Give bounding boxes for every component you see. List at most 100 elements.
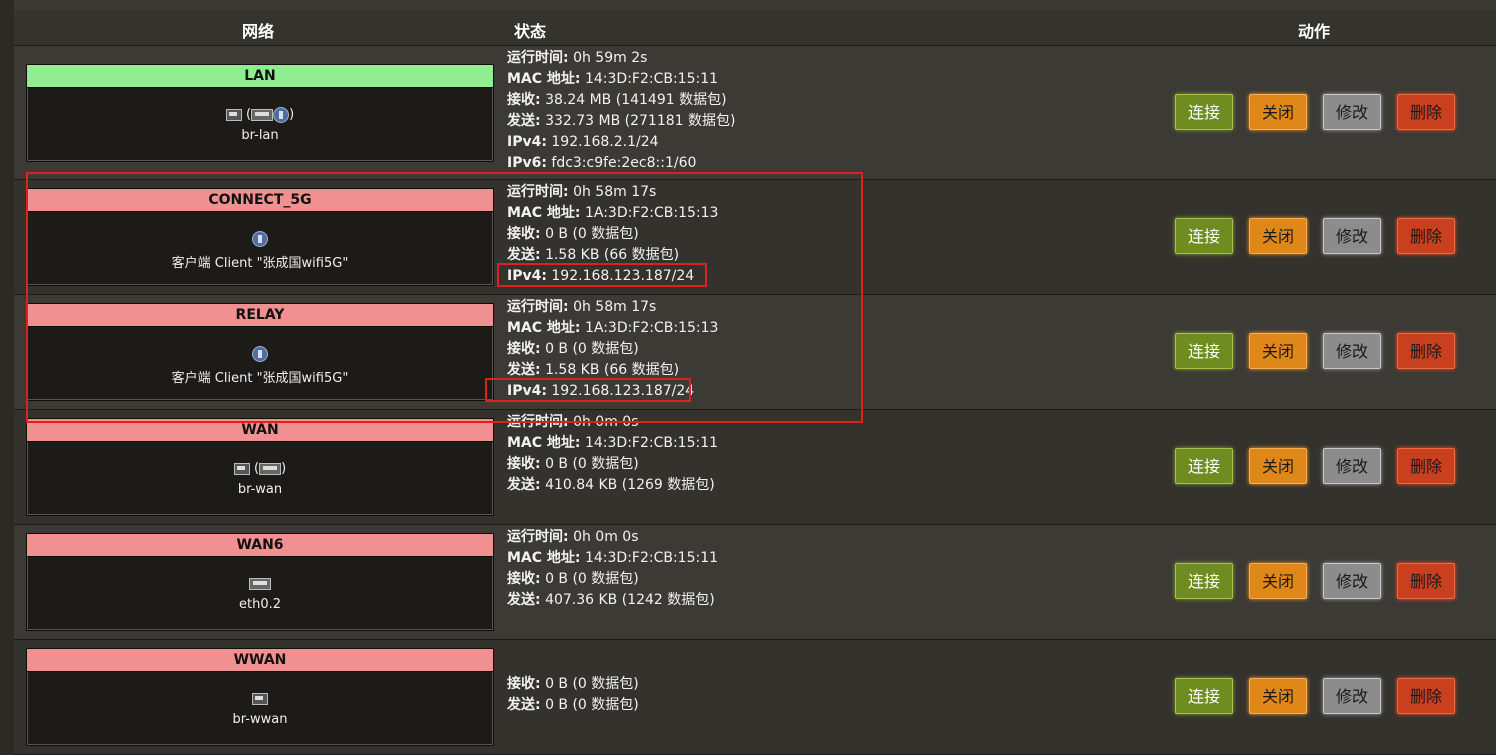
edit-button[interactable]: 修改	[1323, 448, 1381, 484]
status-value: 0 B (0 数据包)	[545, 571, 639, 587]
device-name: 客户端 Client "张成国wifi5G"	[171, 371, 349, 386]
edit-button[interactable]: 修改	[1323, 94, 1381, 130]
status-value: 407.36 KB (1242 数据包)	[545, 592, 715, 608]
interface-card: CONNECT_5G 客户端 Client "张成国wifi5G"	[26, 188, 494, 286]
status-line: MAC 地址: 14:3D:F2:CB:15:11	[507, 69, 735, 90]
edit-button[interactable]: 修改	[1323, 333, 1381, 369]
edit-button[interactable]: 修改	[1323, 563, 1381, 599]
delete-button[interactable]: 删除	[1397, 333, 1455, 369]
interface-row-relay: RELAY 客户端 Client "张成国wifi5G" 运行时间: 0h 58m …	[14, 295, 1496, 410]
status-line: 接收: 0 B (0 数据包)	[507, 339, 718, 360]
status-key: 运行时间:	[507, 299, 569, 315]
interface-row-wan6: WAN6 eth0.2 运行时间: 0h 0m 0s MAC 地址: 14:3D:F2…	[14, 525, 1496, 640]
ethernet-icon	[225, 108, 242, 121]
delete-button[interactable]: 删除	[1397, 94, 1455, 130]
status-key: 发送:	[507, 247, 541, 263]
interface-status: 运行时间: 0h 58m 17s MAC 地址: 1A:3D:F2:CB:15:1…	[507, 297, 718, 402]
status-value: fdc3:c9fe:2ec8::1/60	[551, 155, 697, 171]
status-value: 192.168.2.1/24	[551, 134, 659, 150]
status-value: 0 B (0 数据包)	[545, 697, 639, 713]
status-key: MAC 地址:	[507, 320, 581, 336]
device-name: eth0.2	[238, 597, 281, 612]
ethernet-icon	[233, 462, 250, 475]
interface-name: WAN6	[27, 534, 493, 557]
delete-button[interactable]: 删除	[1397, 678, 1455, 714]
status-line: 接收: 0 B (0 数据包)	[507, 224, 718, 245]
edit-button[interactable]: 修改	[1323, 678, 1381, 714]
connect-button[interactable]: 连接	[1175, 448, 1233, 484]
device-name: 客户端 Client "张成国wifi5G"	[171, 256, 349, 271]
interface-status: 运行时间: 0h 59m 2s MAC 地址: 14:3D:F2:CB:15:11…	[507, 48, 735, 174]
delete-button[interactable]: 删除	[1397, 563, 1455, 599]
status-line: MAC 地址: 1A:3D:F2:CB:15:13	[507, 318, 718, 339]
status-key: 发送:	[507, 477, 541, 493]
stop-button[interactable]: 关闭	[1249, 333, 1307, 369]
delete-button[interactable]: 删除	[1397, 448, 1455, 484]
status-key: 运行时间:	[507, 414, 569, 430]
edit-button[interactable]: 修改	[1323, 218, 1381, 254]
status-value: 14:3D:F2:CB:15:11	[584, 435, 719, 451]
interface-status: 接收: 0 B (0 数据包) 发送: 0 B (0 数据包)	[507, 674, 639, 716]
interface-name: WAN	[27, 419, 493, 442]
status-value: 0h 0m 0s	[573, 529, 639, 545]
status-value: 0h 58m 17s	[573, 184, 657, 200]
status-line: 运行时间: 0h 58m 17s	[507, 297, 718, 318]
status-line: 接收: 38.24 MB (141491 数据包)	[507, 90, 735, 111]
interface-row-lan: LAN () br-lan 运行时间: 0h 59m 2s MAC 地址: 14:3D…	[14, 46, 1496, 180]
interface-card: RELAY 客户端 Client "张成国wifi5G"	[26, 303, 494, 401]
status-key: 接收:	[507, 571, 541, 587]
connect-button[interactable]: 连接	[1175, 678, 1233, 714]
stop-button[interactable]: 关闭	[1249, 94, 1307, 130]
interface-card: WAN () br-wan	[26, 418, 494, 516]
status-value: 0 B (0 数据包)	[545, 341, 639, 357]
status-value: 0 B (0 数据包)	[545, 676, 639, 692]
icon-paren: )	[281, 461, 287, 476]
status-value: 0h 0m 0s	[573, 414, 639, 430]
status-line: 发送: 0 B (0 数据包)	[507, 695, 639, 716]
interface-card: WWAN br-wwan	[26, 648, 494, 746]
status-line: 接收: 0 B (0 数据包)	[507, 454, 718, 475]
status-key: 发送:	[507, 113, 541, 129]
interface-row-wan: WAN () br-wan 运行时间: 0h 0m 0s MAC 地址: 14:3D:…	[14, 410, 1496, 525]
status-key: IPv4:	[507, 268, 547, 284]
status-line: IPv4: 192.168.123.187/24	[507, 266, 718, 287]
status-key: 接收:	[507, 456, 541, 472]
status-line: 发送: 1.58 KB (66 数据包)	[507, 360, 718, 381]
status-key: MAC 地址:	[507, 435, 581, 451]
status-key: IPv6:	[507, 155, 547, 171]
status-value: 38.24 MB (141491 数据包)	[545, 92, 727, 108]
status-key: MAC 地址:	[507, 71, 581, 87]
device-name: br-wwan	[232, 712, 288, 727]
interface-name: LAN	[27, 65, 493, 88]
stop-button[interactable]: 关闭	[1249, 218, 1307, 254]
device-name: br-wan	[237, 482, 283, 497]
status-key: 接收:	[507, 341, 541, 357]
status-line: MAC 地址: 14:3D:F2:CB:15:11	[507, 433, 718, 454]
status-key: IPv4:	[507, 383, 547, 399]
delete-button[interactable]: 删除	[1397, 218, 1455, 254]
stop-button[interactable]: 关闭	[1249, 448, 1307, 484]
wifi-icon	[252, 345, 268, 362]
status-key: 接收:	[507, 226, 541, 242]
interface-row-wwan: WWAN br-wwan 接收: 0 B (0 数据包) 发送: 0 B (0 数据包…	[14, 640, 1496, 755]
connect-button[interactable]: 连接	[1175, 333, 1233, 369]
interface-name: RELAY	[27, 304, 493, 327]
status-line: 运行时间: 0h 58m 17s	[507, 182, 718, 203]
stop-button[interactable]: 关闭	[1249, 563, 1307, 599]
device-icons	[27, 573, 493, 595]
connect-button[interactable]: 连接	[1175, 218, 1233, 254]
status-line: IPv4: 192.168.123.187/24	[507, 381, 718, 402]
stop-button[interactable]: 关闭	[1249, 678, 1307, 714]
icon-paren: )	[289, 107, 295, 122]
status-value: 1.58 KB (66 数据包)	[545, 247, 680, 263]
header-status: 状态	[514, 22, 547, 41]
connect-button[interactable]: 连接	[1175, 94, 1233, 130]
switch-icon	[249, 577, 271, 590]
status-line: 运行时间: 0h 0m 0s	[507, 412, 718, 433]
interface-status: 运行时间: 0h 0m 0s MAC 地址: 14:3D:F2:CB:15:11 接…	[507, 412, 718, 496]
status-key: 运行时间:	[507, 184, 569, 200]
status-line: 发送: 407.36 KB (1242 数据包)	[507, 590, 718, 611]
status-key: 运行时间:	[507, 50, 569, 66]
status-value: 332.73 MB (271181 数据包)	[545, 113, 736, 129]
connect-button[interactable]: 连接	[1175, 563, 1233, 599]
